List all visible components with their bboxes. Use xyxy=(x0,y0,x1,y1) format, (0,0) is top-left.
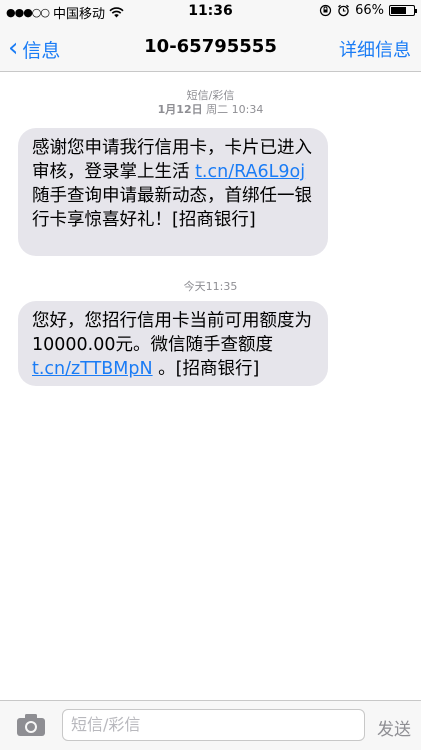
navigation-bar: ‹ 信息 10-65795555 详细信息 xyxy=(0,22,421,72)
status-bar: ●●●○○ 中国移动 11:36 66% xyxy=(0,0,421,22)
alarm-clock-icon xyxy=(338,4,350,17)
message-1-link[interactable]: t.cn/RA6L9oj xyxy=(195,162,305,182)
rotation-lock-icon xyxy=(319,4,332,17)
timestamp-2: 今天11:35 xyxy=(183,280,238,293)
message-2-text-b: 。[招商银行] xyxy=(152,359,260,379)
message-input[interactable]: 短信/彩信 xyxy=(62,709,365,741)
message-1-text-b: 随手查询申请最新动态，首绑任一银行卡享惊喜好礼！[招商银行] xyxy=(32,186,312,230)
status-right: 66% xyxy=(319,3,417,18)
battery-fill xyxy=(391,7,406,14)
details-button[interactable]: 详细信息 xyxy=(339,36,411,62)
timestamp-1-time: 周二 10:34 xyxy=(202,103,264,116)
composer-bar: 短信/彩信 发送 xyxy=(0,700,421,750)
message-bubble-2[interactable]: 您好，您招行信用卡当前可用额度为10000.00元。微信随手查额度 t.cn/z… xyxy=(18,301,328,386)
message-2-link[interactable]: t.cn/zTTBMpN xyxy=(32,359,153,379)
battery-percent: 66% xyxy=(355,3,384,18)
timestamp-1-date: 1月12日 xyxy=(157,103,203,116)
message-2-text-a: 您好，您招行信用卡当前可用额度为10000.00元。微信随手查额度 xyxy=(32,311,312,355)
battery-icon xyxy=(389,5,417,16)
send-button[interactable]: 发送 xyxy=(377,715,411,740)
timestamp-1: 1月12日 周二 10:34 xyxy=(0,101,421,117)
camera-icon[interactable] xyxy=(16,713,46,737)
message-bubble-1[interactable]: 感谢您申请我行信用卡，卡片已进入审核，登录掌上生活 t.cn/RA6L9oj 随… xyxy=(18,128,328,256)
message-thread[interactable]: 短信/彩信 1月12日 周二 10:34 感谢您申请我行信用卡，卡片已进入审核，… xyxy=(0,72,421,700)
